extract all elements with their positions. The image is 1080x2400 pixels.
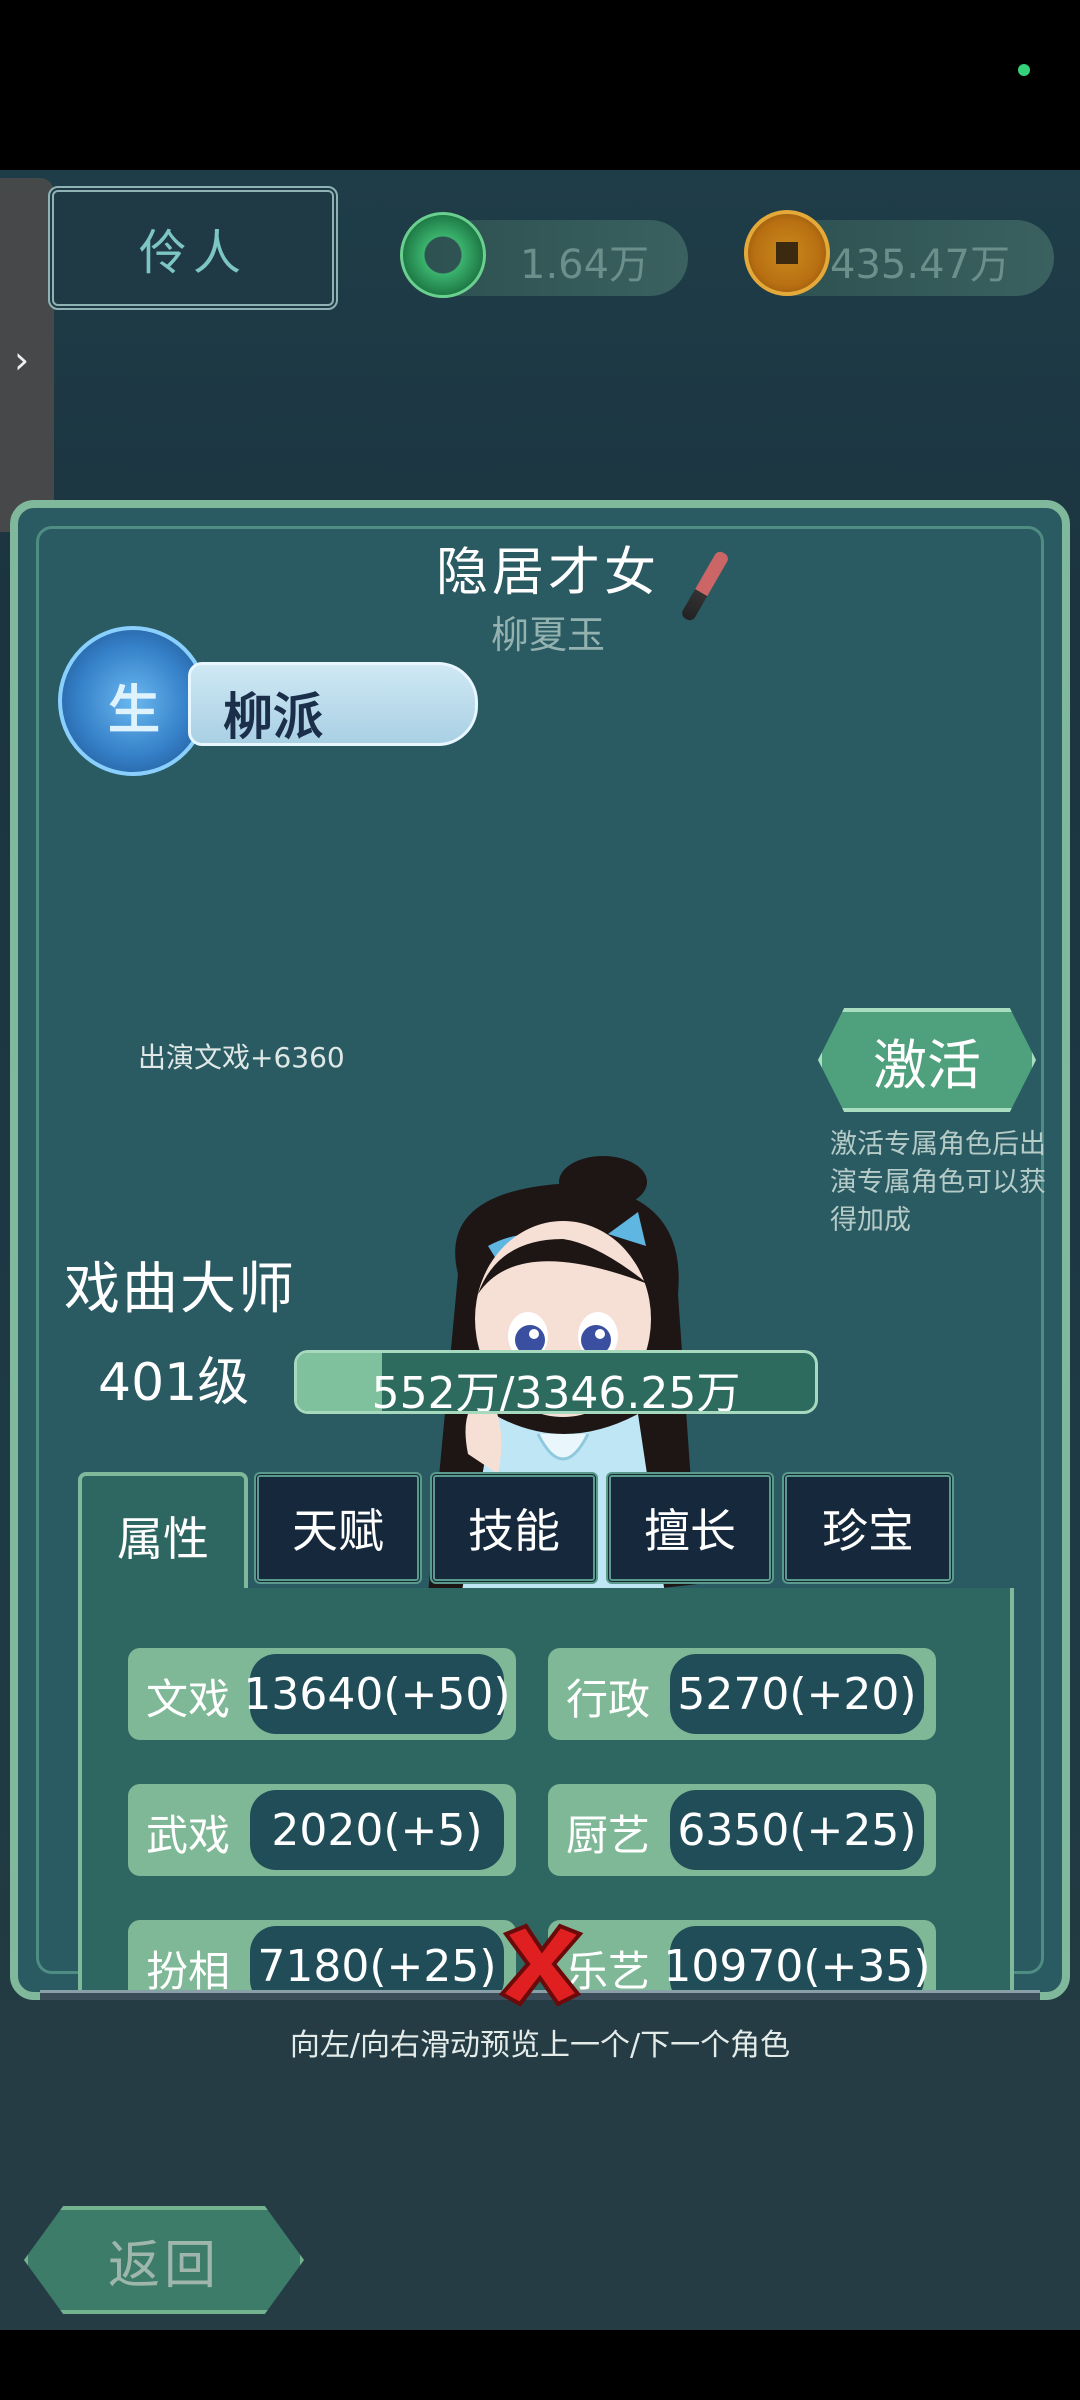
stat-value: 2020(+5) [250,1790,504,1870]
rank-title: 戏曲大师 [64,1257,296,1322]
jade-icon [400,212,486,298]
activate-button[interactable]: 激活 [818,1008,1036,1112]
coin-amount: 435.47万 [830,242,1010,288]
stat-label: 文戏 [146,1675,231,1724]
faction-plate: 柳派 [188,662,478,746]
character-panel: 隐居才女 柳夏玉 生 柳派 出演文戏+6360 激活 激活专属角色后出演专属角色… [10,500,1070,2072]
level-label: 401级 [98,1353,250,1413]
tab-attributes[interactable]: 属性 [78,1472,248,1596]
stat-value: 5270(+20) [670,1654,924,1734]
stat-wuxi: 武戏 2020(+5) [128,1784,516,1876]
stat-wenxi: 文戏 13640(+50) [128,1648,516,1740]
stat-xingzheng: 行政 5270(+20) [548,1648,936,1740]
stat-value: 6350(+25) [670,1790,924,1870]
faction-bonus: 出演文戏+6360 [138,1041,345,1074]
stat-label: 武戏 [146,1811,231,1860]
stat-value: 13640(+50) [243,1654,511,1734]
close-icon[interactable] [496,1920,586,2010]
chevron-right-icon: › [14,338,30,382]
coin-icon [744,210,830,296]
stat-chuyi: 厨艺 6350(+25) [548,1784,936,1876]
faction-role-badge: 生 [108,681,161,741]
tab-treasures[interactable]: 珍宝 [782,1472,954,1584]
faction-name: 柳派 [223,688,323,746]
exp-bar: 552万/3346.25万 [294,1350,818,1414]
jade-amount: 1.64万 [520,242,650,288]
tab-talents[interactable]: 天赋 [254,1472,422,1584]
stat-label: 行政 [566,1675,651,1724]
tab-specialties[interactable]: 擅长 [606,1472,774,1584]
back-button[interactable]: 返回 [24,2206,304,2314]
character-title: 隐居才女 [435,543,660,603]
stat-label: 厨艺 [566,1811,651,1860]
faction-badge[interactable]: 生 柳派 [58,626,478,776]
tab-skills[interactable]: 技能 [430,1472,598,1584]
side-drawer-tab[interactable]: › [0,178,54,532]
status-indicator-dot [1018,64,1030,76]
navigation-bar [0,2330,1080,2400]
game-screen: › 伶人 1.64万 435.47万 隐居才女 柳夏玉 生 柳派 出演文戏+63… [0,170,1080,2330]
swipe-hint: 向左/向右滑动预览上一个/下一个角色 [289,2028,791,2063]
coin-currency[interactable]: 435.47万 [744,210,1054,296]
exp-text: 552万/3346.25万 [371,1368,741,1414]
tab-bar: 属性 天赋 技能 擅长 珍宝 [78,1472,1014,1596]
activate-description: 激活专属角色后出演专属角色可以获得加成 [830,1129,1046,1236]
dragon-icon: 生 [58,626,208,776]
jade-currency[interactable]: 1.64万 [400,212,688,298]
status-bar [0,0,1080,170]
screen-title: 伶人 [48,186,338,310]
